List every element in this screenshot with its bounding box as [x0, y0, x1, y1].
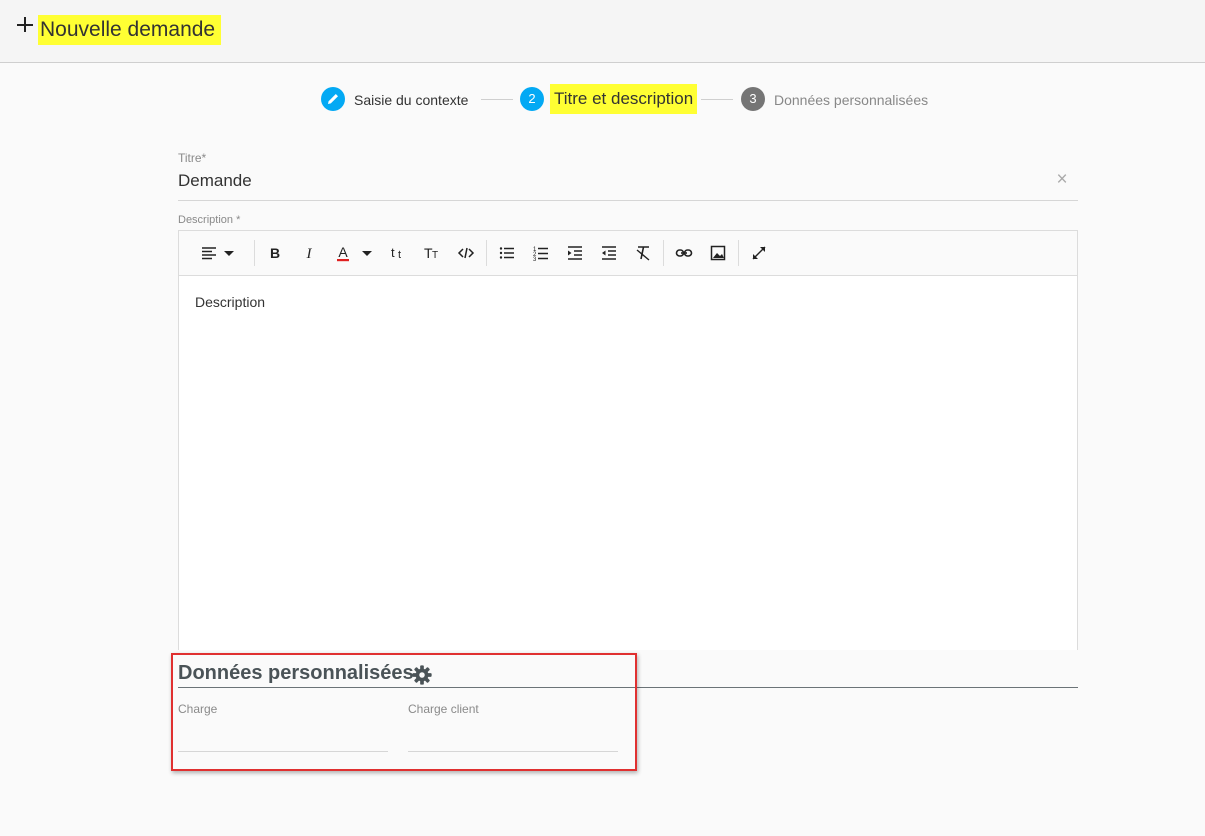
svg-text:T: T	[432, 250, 438, 261]
caret-down-icon[interactable]	[357, 240, 377, 266]
toolbar-divider	[486, 240, 487, 266]
svg-text:t: t	[398, 249, 401, 261]
svg-text:A: A	[338, 244, 348, 260]
fullscreen-icon[interactable]	[745, 240, 773, 266]
numbered-list-icon[interactable]: 123	[527, 240, 555, 266]
caret-down-icon[interactable]	[219, 240, 239, 266]
plus-icon[interactable]	[14, 14, 36, 36]
charge-input[interactable]	[178, 751, 388, 752]
page-header: Nouvelle demande	[0, 0, 1205, 63]
editor-content[interactable]: Description	[195, 294, 265, 310]
clear-icon[interactable]: ×	[1053, 170, 1071, 190]
indent-icon[interactable]	[561, 240, 589, 266]
text-color-icon[interactable]: A	[329, 240, 357, 266]
custom-data-section: Données personnalisées	[178, 660, 1078, 690]
step-3-label[interactable]: Données personnalisées	[774, 91, 928, 109]
text-size-icon[interactable]: TT	[418, 240, 446, 266]
page-title: Nouvelle demande	[38, 15, 222, 45]
step-connector	[701, 99, 733, 100]
custom-data-underline	[178, 687, 1078, 688]
custom-data-title: Données personnalisées	[178, 662, 414, 684]
italic-icon[interactable]: I	[295, 240, 323, 266]
description-label: Description *	[178, 214, 241, 226]
titre-underline	[178, 200, 1078, 201]
titre-label: Titre*	[178, 151, 207, 165]
clear-format-icon[interactable]	[629, 240, 657, 266]
editor-toolbar: B I A tt TT 123	[179, 231, 1077, 276]
pencil-icon	[328, 94, 338, 104]
toolbar-divider	[663, 240, 664, 266]
step-2-circle[interactable]: 2	[520, 87, 544, 111]
charge-label: Charge	[178, 702, 218, 716]
titre-input[interactable]: Demande	[178, 171, 252, 191]
step-1-circle[interactable]	[321, 87, 345, 111]
svg-text:B: B	[270, 245, 280, 261]
svg-text:I: I	[306, 246, 313, 262]
subscript-text-icon[interactable]: tt	[384, 240, 412, 266]
step-1-label[interactable]: Saisie du contexte	[354, 91, 468, 109]
toolbar-divider	[738, 240, 739, 266]
svg-text:3: 3	[533, 257, 537, 262]
description-editor[interactable]: B I A tt TT 123 Description	[178, 230, 1078, 650]
stepper: Saisie du contexte 2 Titre et descriptio…	[0, 84, 1205, 114]
outdent-icon[interactable]	[595, 240, 623, 266]
link-icon[interactable]	[670, 240, 698, 266]
image-icon[interactable]	[704, 240, 732, 266]
step-2-label[interactable]: Titre et description	[550, 84, 698, 114]
charge-client-label: Charge client	[408, 702, 479, 716]
svg-text:t: t	[391, 245, 395, 260]
charge-client-input[interactable]	[408, 751, 618, 752]
code-icon[interactable]	[452, 240, 480, 266]
step-connector	[481, 99, 513, 100]
step-3-circle[interactable]: 3	[741, 87, 765, 111]
bullet-list-icon[interactable]	[493, 240, 521, 266]
gear-icon[interactable]	[411, 664, 433, 686]
toolbar-divider	[254, 240, 255, 266]
bold-icon[interactable]: B	[261, 240, 289, 266]
